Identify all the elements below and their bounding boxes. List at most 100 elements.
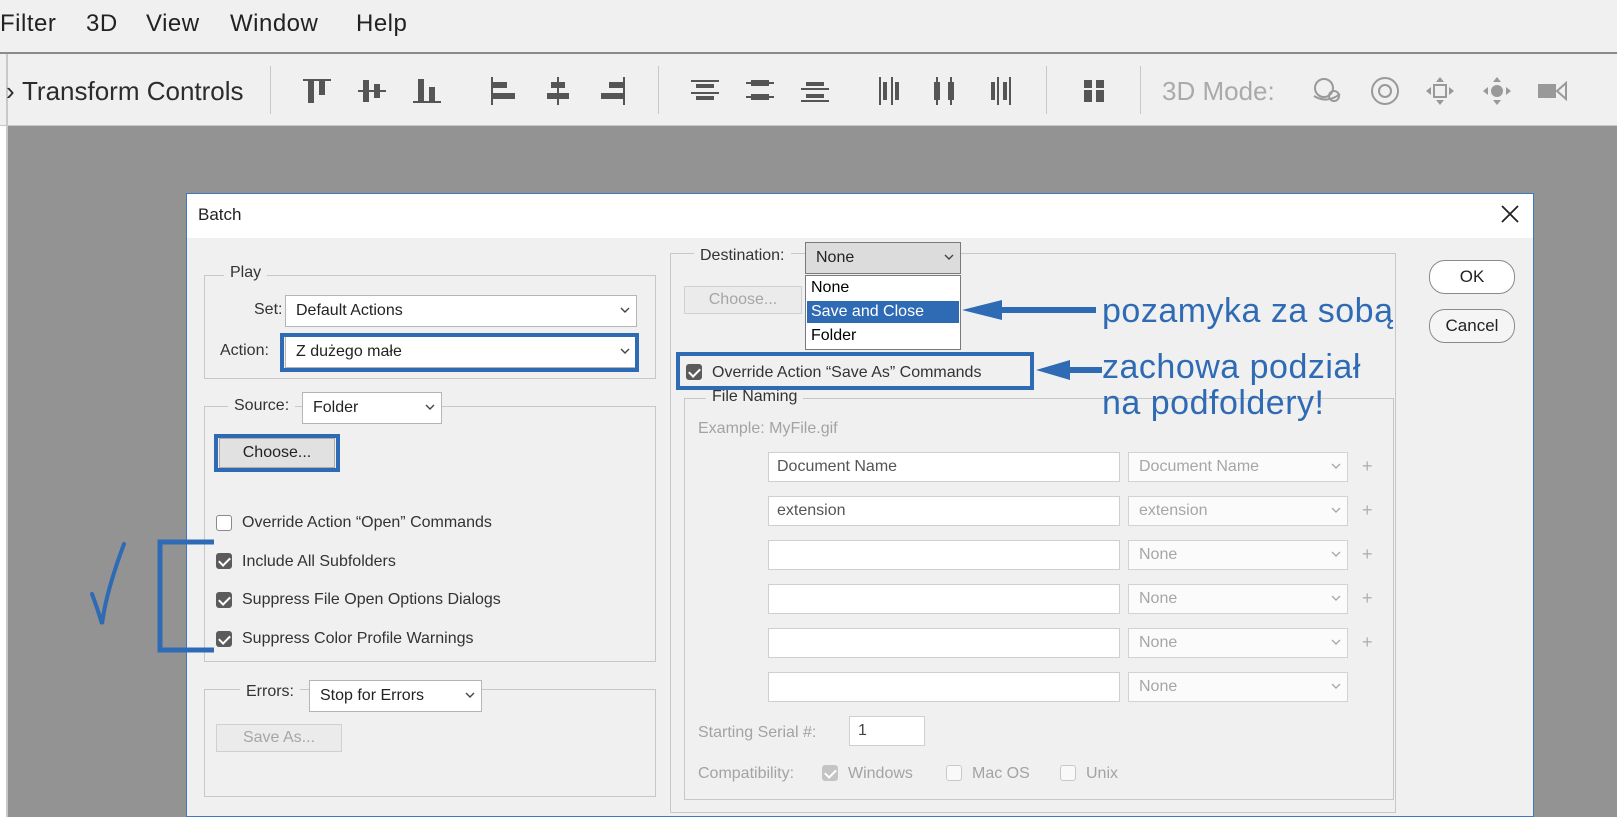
transform-controls-chevron: › — [6, 76, 15, 106]
play-legend: Play — [224, 264, 268, 282]
options-separator — [1046, 66, 1047, 114]
destination-dropdown-list: None Save and Close Folder — [805, 275, 961, 350]
menu-window[interactable]: Window — [230, 10, 318, 38]
add-field-button[interactable]: + — [1362, 588, 1373, 609]
distribute-right-icon[interactable] — [983, 74, 1017, 108]
file-naming-select-2-value: extension — [1139, 502, 1208, 519]
destination-option-folder[interactable]: Folder — [807, 325, 959, 347]
file-naming-field-2[interactable]: extension — [768, 496, 1120, 526]
chevron-down-icon — [1331, 681, 1341, 691]
menu-help[interactable]: Help — [356, 10, 407, 38]
compat-macos-checkbox[interactable] — [946, 765, 962, 781]
slide-3d-icon[interactable] — [1480, 74, 1514, 108]
close-icon[interactable] — [1499, 203, 1521, 225]
choose-highlight-box — [214, 434, 340, 472]
distribute-left-icon[interactable] — [873, 74, 907, 108]
align-bottom-icon[interactable] — [410, 74, 444, 108]
set-label: Set: — [254, 301, 283, 318]
auto-align-icon[interactable] — [1077, 74, 1111, 108]
file-naming-select-4-value: None — [1139, 590, 1178, 607]
align-left-icon[interactable] — [486, 74, 520, 108]
file-naming-field-1[interactable]: Document Name — [768, 452, 1120, 482]
destination-choose-button[interactable]: Choose... — [684, 286, 802, 314]
options-separator — [658, 66, 659, 114]
menu-view[interactable]: View — [146, 10, 200, 38]
set-select[interactable]: Default Actions — [285, 295, 637, 327]
compat-unix-label: Unix — [1086, 765, 1119, 782]
compat-macos-label: Mac OS — [972, 765, 1030, 782]
transform-controls-label[interactable]: Transform Controls — [22, 76, 244, 107]
distribute-horizontal-center-icon[interactable] — [928, 74, 962, 108]
file-naming-legend: File Naming — [706, 388, 804, 406]
file-naming-field-3[interactable] — [768, 540, 1120, 570]
distribute-vertical-center-icon[interactable] — [743, 74, 777, 108]
options-separator — [270, 66, 271, 114]
compat-unix-checkbox[interactable] — [1060, 765, 1076, 781]
file-naming-select-4[interactable]: None — [1128, 584, 1348, 614]
file-naming-select-1-value: Document Name — [1139, 458, 1260, 475]
add-field-button[interactable]: + — [1362, 456, 1373, 477]
override-open-checkbox[interactable] — [216, 515, 232, 531]
chevron-down-icon — [1331, 461, 1341, 471]
chevron-down-icon — [465, 690, 475, 700]
chevron-down-icon — [425, 402, 435, 412]
file-naming-field-4[interactable] — [768, 584, 1120, 614]
file-naming-select-6-value: None — [1139, 678, 1178, 695]
dialog-title-bar — [187, 194, 1533, 238]
file-naming-field-6[interactable] — [768, 672, 1120, 702]
file-naming-select-3-value: None — [1139, 546, 1178, 563]
errors-save-as-button[interactable]: Save As... — [216, 724, 342, 752]
destination-select[interactable]: None — [805, 242, 961, 274]
override-open-label: Override Action “Open” Commands — [242, 514, 492, 531]
errors-label: Errors: — [240, 683, 300, 701]
errors-select[interactable]: Stop for Errors — [309, 680, 482, 712]
distribute-bottom-icon[interactable] — [798, 74, 832, 108]
file-naming-select-5[interactable]: None — [1128, 628, 1348, 658]
align-right-icon[interactable] — [596, 74, 630, 108]
chevron-down-icon — [620, 305, 630, 315]
file-naming-select-5-value: None — [1139, 634, 1178, 651]
align-top-icon[interactable] — [300, 74, 334, 108]
destination-option-save-and-close[interactable]: Save and Close — [807, 301, 959, 323]
add-field-button[interactable]: + — [1362, 632, 1373, 653]
annotation-arrow-override — [1036, 360, 1102, 380]
source-label: Source: — [228, 397, 296, 415]
chevron-down-icon — [1331, 637, 1341, 647]
orbit-3d-icon[interactable] — [1310, 74, 1344, 108]
chevron-down-icon — [1331, 593, 1341, 603]
annotation-override-note-line1: zachowa podział — [1102, 348, 1361, 386]
dialog-title: Batch — [198, 205, 242, 224]
distribute-top-icon[interactable] — [688, 74, 722, 108]
action-highlight-box — [280, 333, 639, 372]
source-select[interactable]: Folder — [302, 392, 442, 424]
ok-button[interactable]: OK — [1429, 260, 1515, 294]
file-naming-select-3[interactable]: None — [1128, 540, 1348, 570]
destination-select-value: None — [816, 249, 855, 266]
menu-filter[interactable]: Filter — [0, 10, 56, 38]
menu-bar: Filter 3D View Window Help — [0, 0, 1617, 52]
add-field-button[interactable]: + — [1362, 544, 1373, 565]
file-naming-select-6[interactable]: None — [1128, 672, 1348, 702]
destination-option-none[interactable]: None — [807, 277, 959, 299]
roll-3d-icon[interactable] — [1368, 74, 1402, 108]
suppress-open-dialogs-label: Suppress File Open Options Dialogs — [242, 591, 501, 608]
file-naming-field-5[interactable] — [768, 628, 1120, 658]
annotation-save-close-note: pozamyka za sobą — [1102, 292, 1394, 330]
pan-3d-icon[interactable] — [1423, 74, 1457, 108]
annotation-arrow-save-close — [962, 300, 1096, 320]
file-naming-select-2[interactable]: extension — [1128, 496, 1348, 526]
compat-windows-checkbox[interactable] — [822, 765, 838, 781]
menu-3d[interactable]: 3D — [86, 10, 118, 38]
add-field-button[interactable]: + — [1362, 500, 1373, 521]
action-label: Action: — [220, 342, 269, 359]
cancel-button[interactable]: Cancel — [1429, 309, 1515, 343]
align-horizontal-center-icon[interactable] — [541, 74, 575, 108]
file-naming-select-1[interactable]: Document Name — [1128, 452, 1348, 482]
compat-windows-label: Windows — [848, 765, 913, 782]
suppress-color-warnings-label: Suppress Color Profile Warnings — [242, 630, 474, 647]
source-select-value: Folder — [313, 399, 359, 416]
scale-3d-icon[interactable] — [1535, 74, 1569, 108]
serial-input[interactable]: 1 — [849, 716, 925, 746]
align-vertical-center-icon[interactable] — [355, 74, 389, 108]
destination-label: Destination: — [694, 247, 791, 265]
